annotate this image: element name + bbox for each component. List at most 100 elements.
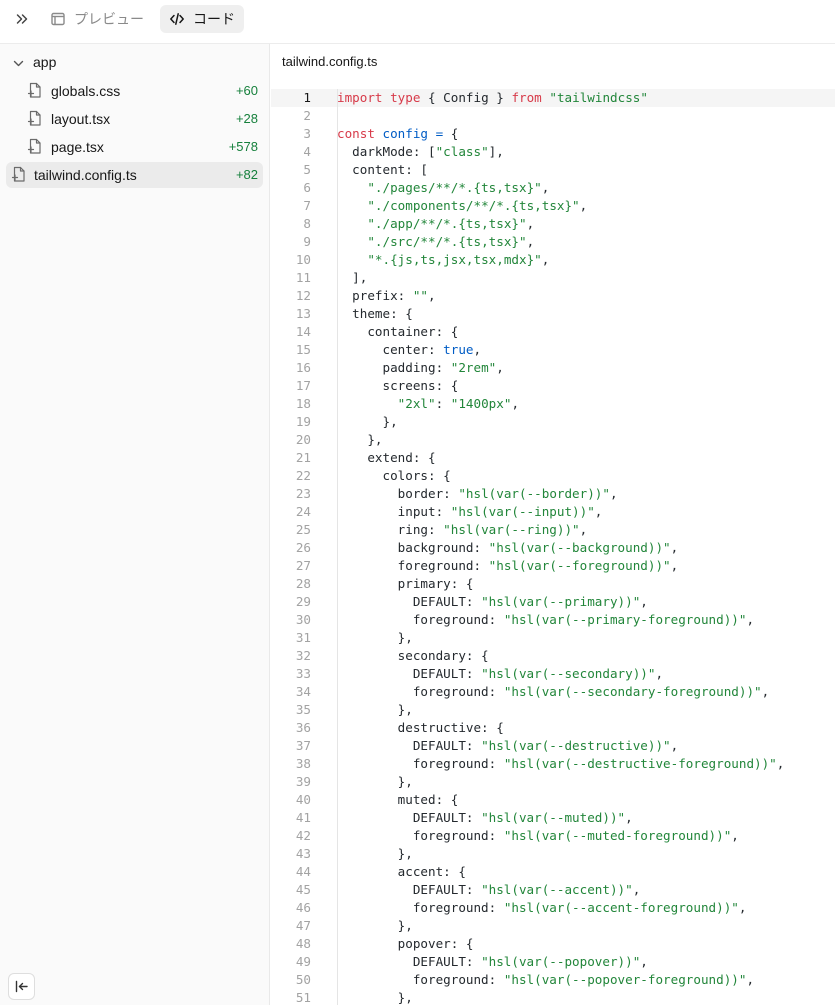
code-line[interactable]: 31 }, <box>271 629 835 647</box>
code-line[interactable]: 40 muted: { <box>271 791 835 809</box>
code-line[interactable]: 9 "./src/**/*.{ts,tsx}", <box>271 233 835 251</box>
collapse-sidebar-button[interactable] <box>8 973 35 1000</box>
code-line[interactable]: 34 foreground: "hsl(var(--secondary-fore… <box>271 683 835 701</box>
tab-code[interactable]: コード <box>160 5 244 33</box>
code-line[interactable]: 35 }, <box>271 701 835 719</box>
code-line[interactable]: 1 import type { Config } from "tailwindcs… <box>271 89 835 107</box>
line-number: 4 <box>303 144 311 159</box>
diff-count-badge: +578 <box>228 139 258 154</box>
code-line[interactable]: 14 container: { <box>271 323 835 341</box>
code-line[interactable]: 39 }, <box>271 773 835 791</box>
code-line[interactable]: 44 accent: { <box>271 863 835 881</box>
code-line[interactable]: 16 padding: "2rem", <box>271 359 835 377</box>
code-line[interactable]: 45 DEFAULT: "hsl(var(--accent))", <box>271 881 835 899</box>
line-number: 37 <box>295 738 311 753</box>
code-line[interactable]: 41 DEFAULT: "hsl(var(--muted))", <box>271 809 835 827</box>
tab-preview[interactable]: プレビュー <box>41 5 153 33</box>
code-line[interactable]: 23 border: "hsl(var(--border))", <box>271 485 835 503</box>
line-number: 18 <box>295 396 311 411</box>
folder-app[interactable]: app <box>0 50 270 76</box>
file-item[interactable]: tailwind.config.ts +82 <box>6 162 263 188</box>
diff-count-badge: +60 <box>235 83 258 98</box>
code-line[interactable]: 3 const config = { <box>271 125 835 143</box>
code-line[interactable]: 17 screens: { <box>271 377 835 395</box>
code-line[interactable]: 11 ], <box>271 269 835 287</box>
code-editor[interactable]: tailwind.config.ts 1 import type { Config… <box>271 44 835 1005</box>
line-number: 30 <box>295 612 311 627</box>
line-number: 8 <box>303 216 311 231</box>
line-number: 12 <box>295 288 311 303</box>
diff-count-badge: +28 <box>235 111 258 126</box>
diff-count-badge: +82 <box>235 167 258 182</box>
line-number: 7 <box>303 198 311 213</box>
code-line[interactable]: 21 extend: { <box>271 449 835 467</box>
code-line[interactable]: 22 colors: { <box>271 467 835 485</box>
line-number: 6 <box>303 180 311 195</box>
code-text: ring: "hsl(var(--ring))", <box>337 522 588 537</box>
expand-sidebar-button[interactable] <box>8 6 36 32</box>
code-text: secondary: { <box>337 648 489 663</box>
code-text: extend: { <box>337 450 436 465</box>
code-line[interactable]: 2 <box>271 107 835 125</box>
code-text: colors: { <box>337 468 451 483</box>
code-line[interactable]: 32 secondary: { <box>271 647 835 665</box>
code-line[interactable]: 36 destructive: { <box>271 719 835 737</box>
file-plus-icon <box>27 82 41 98</box>
code-line[interactable]: 10 "*.{js,ts,jsx,tsx,mdx}", <box>271 251 835 269</box>
code-line[interactable]: 38 foreground: "hsl(var(--destructive-fo… <box>271 755 835 773</box>
code-line[interactable]: 30 foreground: "hsl(var(--primary-foregr… <box>271 611 835 629</box>
file-item[interactable]: globals.css +60 <box>6 78 263 104</box>
code-text: center: true, <box>337 342 482 357</box>
code-text: foreground: "hsl(var(--accent-foreground… <box>337 900 747 915</box>
code-line[interactable]: 37 DEFAULT: "hsl(var(--destructive))", <box>271 737 835 755</box>
line-number: 9 <box>303 234 311 249</box>
code-line[interactable]: 26 background: "hsl(var(--background))", <box>271 539 835 557</box>
file-name: page.tsx <box>51 139 104 155</box>
code-text: foreground: "hsl(var(--muted-foreground)… <box>337 828 739 843</box>
code-text: foreground: "hsl(var(--secondary-foregro… <box>337 684 770 699</box>
file-item[interactable]: layout.tsx +28 <box>6 106 263 132</box>
code-line[interactable]: 50 foreground: "hsl(var(--popover-foregr… <box>271 971 835 989</box>
code-text: }, <box>337 846 413 861</box>
code-text: "*.{js,ts,jsx,tsx,mdx}", <box>367 252 550 267</box>
code-line[interactable]: 33 DEFAULT: "hsl(var(--secondary))", <box>271 665 835 683</box>
line-number: 29 <box>295 594 311 609</box>
code-line[interactable]: 47 }, <box>271 917 835 935</box>
line-number: 45 <box>295 882 311 897</box>
code-line[interactable]: 19 }, <box>271 413 835 431</box>
code-text: darkMode: ["class"], <box>337 144 504 159</box>
code-line[interactable]: 15 center: true, <box>271 341 835 359</box>
code-line[interactable]: 48 popover: { <box>271 935 835 953</box>
code-line[interactable]: 49 DEFAULT: "hsl(var(--popover))", <box>271 953 835 971</box>
file-name: tailwind.config.ts <box>34 167 137 183</box>
code-line[interactable]: 7 "./components/**/*.{ts,tsx}", <box>271 197 835 215</box>
code-line[interactable]: 28 primary: { <box>271 575 835 593</box>
tab-preview-label: プレビュー <box>74 11 144 27</box>
code-text: }, <box>337 414 398 429</box>
code-line[interactable]: 20 }, <box>271 431 835 449</box>
editor-filename: tailwind.config.ts <box>282 54 378 69</box>
line-number: 3 <box>303 126 311 141</box>
code-line[interactable]: 51 }, <box>271 989 835 1005</box>
code-line[interactable]: 12 prefix: "", <box>271 287 835 305</box>
code-text: DEFAULT: "hsl(var(--muted))", <box>337 810 633 825</box>
line-number: 33 <box>295 666 311 681</box>
line-number: 35 <box>295 702 311 717</box>
code-text: foreground: "hsl(var(--popover-foregroun… <box>337 972 755 987</box>
file-item[interactable]: page.tsx +578 <box>6 134 263 160</box>
code-line[interactable]: 43 }, <box>271 845 835 863</box>
code-line[interactable]: 24 input: "hsl(var(--input))", <box>271 503 835 521</box>
code-line[interactable]: 4 darkMode: ["class"], <box>271 143 835 161</box>
code-line[interactable]: 13 theme: { <box>271 305 835 323</box>
code-line[interactable]: 8 "./app/**/*.{ts,tsx}", <box>271 215 835 233</box>
code-line[interactable]: 29 DEFAULT: "hsl(var(--primary))", <box>271 593 835 611</box>
code-line[interactable]: 42 foreground: "hsl(var(--muted-foregrou… <box>271 827 835 845</box>
code-line[interactable]: 18 "2xl": "1400px", <box>271 395 835 413</box>
code-line[interactable]: 6 "./pages/**/*.{ts,tsx}", <box>271 179 835 197</box>
code-line[interactable]: 5 content: [ <box>271 161 835 179</box>
code-line[interactable]: 46 foreground: "hsl(var(--accent-foregro… <box>271 899 835 917</box>
code-line[interactable]: 25 ring: "hsl(var(--ring))", <box>271 521 835 539</box>
code-line[interactable]: 27 foreground: "hsl(var(--foreground))", <box>271 557 835 575</box>
line-number: 13 <box>295 306 311 321</box>
code-text: DEFAULT: "hsl(var(--secondary))", <box>337 666 664 681</box>
